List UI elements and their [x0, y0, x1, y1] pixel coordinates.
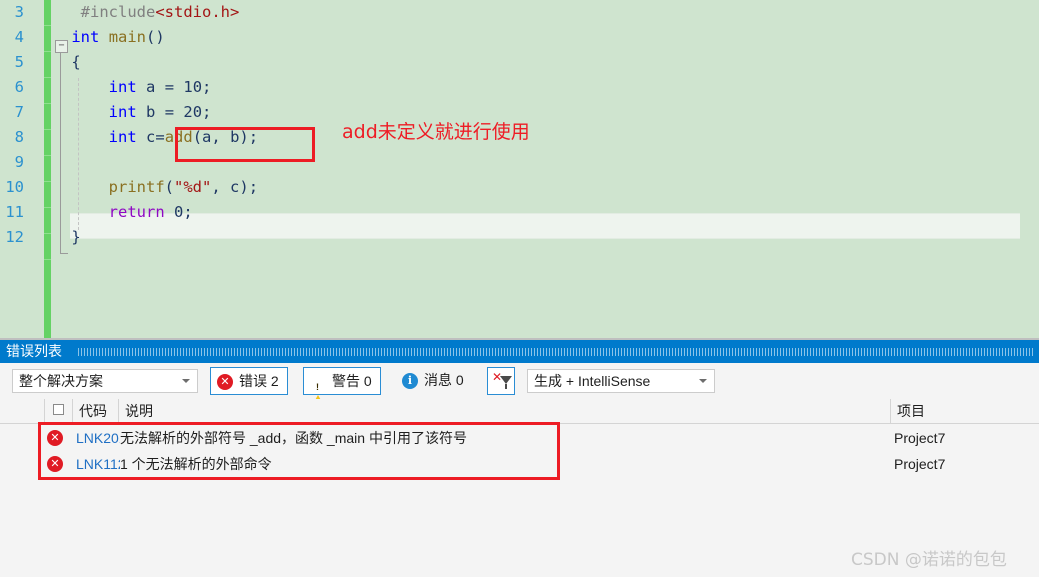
- code-line: 4 int main(): [0, 25, 1039, 50]
- column-header-code[interactable]: 代码: [72, 399, 118, 423]
- code-text: {: [62, 53, 81, 71]
- warnings-filter-label: 警告 0: [332, 373, 372, 389]
- code-text: int a = 10;: [108, 78, 212, 96]
- column-header-severity[interactable]: [44, 399, 72, 423]
- messages-filter-label: 消息 0: [424, 372, 464, 388]
- line-number: 6: [14, 78, 24, 96]
- errors-filter-label: 错误 2: [239, 373, 279, 389]
- error-list-toolbar: 整个解决方案 ✕ 错误 2 警告 0 i 消息 0 ✕ 生成 + Intelli…: [0, 363, 1039, 409]
- line-number: 12: [5, 228, 24, 246]
- errors-filter-button[interactable]: ✕ 错误 2: [210, 367, 288, 395]
- code-line: 12 }: [0, 225, 1039, 250]
- error-project: Project7: [894, 456, 946, 472]
- indent-guide-foot: [60, 253, 68, 254]
- line-number: 4: [14, 28, 24, 46]
- error-icon: ✕: [217, 374, 233, 390]
- annotation-text: add未定义就进行使用: [342, 121, 530, 143]
- panel-title-text: 错误列表: [6, 343, 62, 359]
- code-text: }: [62, 228, 81, 246]
- info-icon: i: [402, 373, 418, 389]
- line-number: 11: [5, 203, 24, 221]
- code-text: return 0;: [108, 203, 193, 221]
- column-header-description[interactable]: 说明: [118, 399, 890, 423]
- chevron-down-icon: [182, 379, 190, 383]
- code-line: 10 printf("%d", c);: [0, 175, 1039, 200]
- error-rows-annotation-box: [38, 422, 560, 480]
- line-number: 9: [14, 153, 24, 171]
- funnel-stem-icon: [505, 384, 507, 389]
- code-line: 11 return 0;: [0, 200, 1039, 225]
- code-text: printf("%d", c);: [108, 178, 259, 196]
- line-number: 3: [14, 3, 24, 21]
- code-line: 3 #include<stdio.h>: [0, 0, 1039, 25]
- code-line: 5 {: [0, 50, 1039, 75]
- panel-title-bar: 错误列表: [0, 340, 1039, 363]
- watermark: CSDN @诺诺的包包: [851, 550, 1007, 570]
- line-number: 5: [14, 53, 24, 71]
- code-text: #include<stdio.h>: [80, 3, 240, 21]
- line-number: 7: [14, 103, 24, 121]
- severity-sort-icon: [53, 404, 64, 415]
- warnings-filter-button[interactable]: 警告 0: [303, 367, 381, 409]
- column-header-project[interactable]: 项目: [890, 399, 1039, 423]
- funnel-icon: [500, 376, 512, 384]
- line-number: 8: [14, 128, 24, 146]
- build-scope-select[interactable]: 生成 + IntelliSense: [527, 369, 715, 393]
- add-call-annotation-box: [175, 127, 315, 162]
- code-editor[interactable]: − 3 #include<stdio.h> 4 int main() 5 {6 in…: [0, 0, 1039, 338]
- build-scope-value: 生成 + IntelliSense: [534, 373, 651, 389]
- error-project: Project7: [894, 430, 946, 446]
- title-drag-dots[interactable]: [78, 348, 1035, 356]
- code-text: int main(): [71, 28, 165, 46]
- messages-filter-button[interactable]: i 消息 0: [396, 367, 472, 395]
- solution-scope-select[interactable]: 整个解决方案: [12, 369, 198, 393]
- code-line: 6 int a = 10;: [0, 75, 1039, 100]
- column-header-row: 代码 说明 项目: [0, 399, 1039, 424]
- line-number: 10: [5, 178, 24, 196]
- warning-icon: [310, 374, 326, 409]
- error-list-panel: 错误列表 整个解决方案 ✕ 错误 2 警告 0 i 消息 0 ✕ 生成 + In…: [0, 338, 1039, 577]
- clear-filter-button[interactable]: ✕: [487, 367, 515, 395]
- code-text: int b = 20;: [108, 103, 212, 121]
- chevron-down-icon: [699, 379, 707, 383]
- code-line: 9: [0, 150, 1039, 175]
- solution-scope-value: 整个解决方案: [19, 373, 103, 389]
